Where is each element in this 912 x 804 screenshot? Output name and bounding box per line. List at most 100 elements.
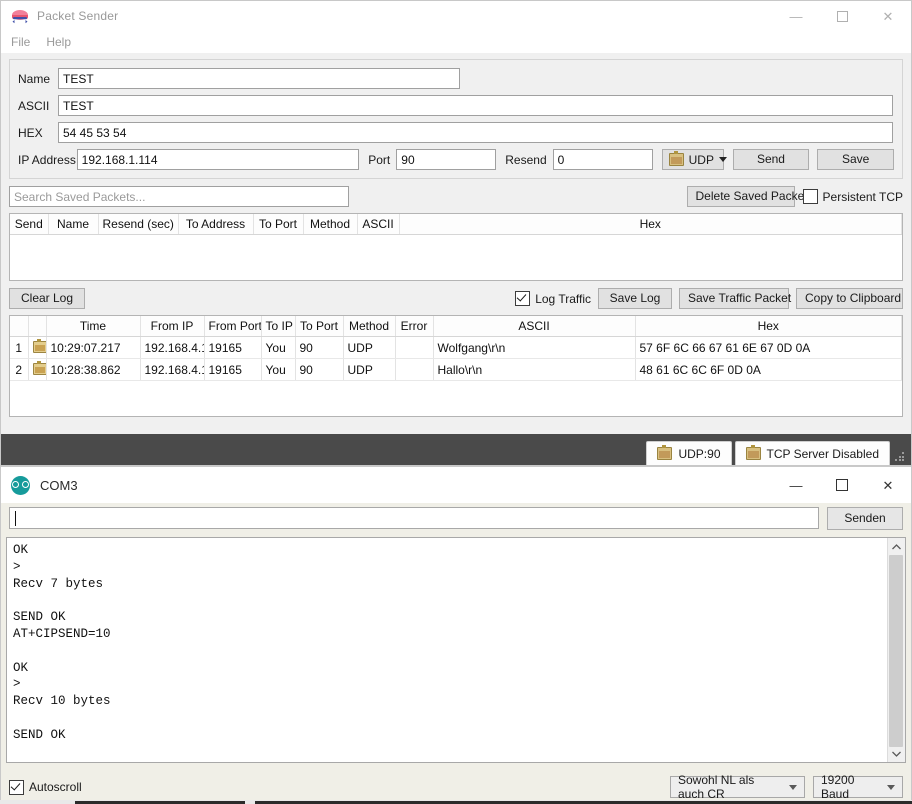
delete-saved-packet-button[interactable]: Delete Saved Packet — [686, 186, 808, 207]
minimize-button[interactable]: — — [773, 1, 819, 31]
search-input[interactable] — [9, 186, 349, 207]
col-resend-sec[interactable]: Resend (sec) — [98, 214, 179, 235]
arduino-icon — [11, 475, 30, 495]
send-button[interactable]: Send — [732, 149, 810, 170]
scroll-down-icon[interactable] — [888, 745, 905, 762]
packet-fields-panel: Name ASCII HEX IP Address Port Resend — [9, 59, 903, 179]
col-send[interactable]: Send — [10, 214, 49, 235]
baud-value: 19200 Baud — [821, 773, 855, 801]
status-tcp[interactable]: TCP Server Disabled — [734, 441, 890, 465]
cell-to-port: 90 — [295, 336, 344, 359]
col-to-address[interactable]: To Address — [178, 214, 254, 235]
clear-log-button[interactable]: Clear Log — [9, 288, 85, 309]
cell-ascii: Wolfgang\r\n — [433, 336, 636, 359]
resend-label: Resend — [505, 152, 547, 167]
autoscroll-label: Autoscroll — [29, 780, 82, 794]
maximize-button[interactable] — [819, 467, 865, 503]
status-udp[interactable]: UDP:90 — [646, 441, 732, 465]
ascii-input[interactable] — [58, 95, 893, 116]
cell-to-ip: You — [261, 358, 296, 381]
ascii-label: ASCII — [18, 98, 50, 113]
autoscroll-checkbox[interactable]: Autoscroll — [9, 779, 82, 795]
serial-monitor-footer: Autoscroll Sowohl NL als auch CR 19200 B… — [1, 771, 911, 803]
save-traffic-packet-button[interactable]: Save Traffic Packet — [679, 288, 791, 309]
col-from-ip[interactable]: From IP — [140, 316, 205, 337]
udp-packet-icon — [32, 360, 45, 375]
name-input[interactable] — [58, 68, 460, 89]
chevron-down-icon — [718, 157, 727, 162]
persistent-tcp-label: Persistent TCP — [822, 189, 903, 204]
col-hex[interactable]: Hex — [635, 316, 902, 337]
col-hex[interactable]: Hex — [399, 214, 902, 235]
baud-rate-dropdown[interactable]: 19200 Baud — [813, 773, 903, 801]
search-row: Delete Saved Packet Persistent TCP — [9, 186, 903, 207]
serial-send-row: Senden — [1, 503, 911, 533]
col-time[interactable]: Time — [46, 316, 141, 337]
serial-monitor-titlebar[interactable]: COM3 — ✕ — [1, 467, 911, 503]
persistent-tcp-checkbox[interactable]: Persistent TCP — [802, 189, 903, 204]
col-to-port[interactable]: To Port — [295, 316, 344, 337]
close-button[interactable]: ✕ — [865, 1, 911, 31]
save-log-button[interactable]: Save Log — [598, 288, 672, 309]
resend-input[interactable] — [552, 149, 653, 170]
checkbox-icon — [515, 291, 531, 306]
col-icon — [28, 316, 47, 337]
serial-console-scrollbar[interactable] — [887, 538, 905, 762]
port-label: Port — [368, 152, 391, 167]
resize-grip-icon[interactable] — [895, 452, 905, 462]
col-error[interactable]: Error — [395, 316, 434, 337]
col-from-port[interactable]: From Port — [204, 316, 262, 337]
col-to-port[interactable]: To Port — [253, 214, 304, 235]
col-name[interactable]: Name — [48, 214, 99, 235]
traffic-log-table[interactable]: Time From IP From Port To IP To Port Met… — [9, 315, 903, 417]
hex-input[interactable] — [58, 122, 893, 143]
cell-to-ip: You — [261, 336, 296, 359]
traffic-log-grid: Time From IP From Port To IP To Port Met… — [10, 316, 902, 381]
table-row[interactable]: 1 10:29:07.217 192.168.4.1 19165 You 90 … — [10, 336, 902, 359]
col-ascii[interactable]: ASCII — [433, 316, 636, 337]
send-button[interactable]: Senden — [827, 506, 903, 530]
menu-help[interactable]: Help — [46, 35, 71, 49]
ip-address-input[interactable] — [76, 149, 360, 170]
ascii-row: ASCII — [18, 95, 894, 116]
col-method[interactable]: Method — [303, 214, 358, 235]
row-icon-cell — [28, 336, 47, 359]
copy-to-clipboard-button[interactable]: Copy to Clipboard — [796, 288, 903, 309]
save-button[interactable]: Save — [817, 149, 894, 170]
line-ending-value: Sowohl NL als auch CR — [678, 773, 755, 801]
cell-hex: 57 6F 6C 66 67 61 6E 67 0D 0A — [635, 336, 902, 359]
saved-packets-table[interactable]: Send Name Resend (sec) To Address To Por… — [9, 213, 903, 281]
minimize-button[interactable]: — — [773, 467, 819, 503]
serial-console-wrapper: OK > Recv 7 bytes SEND OK AT+CIPSEND=10 … — [6, 537, 906, 763]
packet-icon — [668, 151, 684, 166]
traffic-log-header-row: Time From IP From Port To IP To Port Met… — [10, 316, 902, 337]
col-ascii[interactable]: ASCII — [357, 214, 400, 235]
table-row[interactable]: 2 10:28:38.862 192.168.4.1 19165 You 90 … — [10, 358, 902, 381]
packet-sender-titlebar[interactable]: Packet Sender — ✕ — [1, 1, 911, 31]
packet-sender-icon — [11, 8, 29, 24]
scrollbar-thumb[interactable] — [889, 555, 903, 747]
serial-console-output: OK > Recv 7 bytes SEND OK AT+CIPSEND=10 … — [13, 543, 111, 742]
udp-packet-icon — [657, 445, 673, 460]
protocol-dropdown[interactable]: UDP — [661, 149, 727, 170]
udp-packet-icon — [32, 338, 45, 353]
port-input[interactable] — [396, 149, 497, 170]
scroll-up-icon[interactable] — [888, 538, 905, 555]
packet-sender-window: Packet Sender — ✕ File Help Name ASCII — [0, 0, 912, 466]
cell-hex: 48 61 6C 6C 6F 0D 0A — [635, 358, 902, 381]
chevron-down-icon — [789, 784, 797, 790]
maximize-button[interactable] — [819, 1, 865, 31]
serial-send-input[interactable] — [9, 507, 819, 529]
checkbox-icon — [802, 189, 818, 204]
col-method[interactable]: Method — [343, 316, 396, 337]
tcp-packet-icon — [745, 445, 761, 460]
menu-file[interactable]: File — [11, 35, 30, 49]
log-toolbar: Clear Log Log Traffic Save Log Save Traf… — [9, 288, 903, 309]
cell-method: UDP — [343, 358, 396, 381]
close-button[interactable]: ✕ — [865, 467, 911, 503]
saved-packets-grid: Send Name Resend (sec) To Address To Por… — [10, 214, 902, 235]
line-ending-dropdown[interactable]: Sowohl NL als auch CR — [670, 773, 805, 801]
log-traffic-checkbox[interactable]: Log Traffic — [515, 291, 591, 306]
ip-address-label: IP Address — [18, 152, 76, 167]
col-to-ip[interactable]: To IP — [261, 316, 296, 337]
